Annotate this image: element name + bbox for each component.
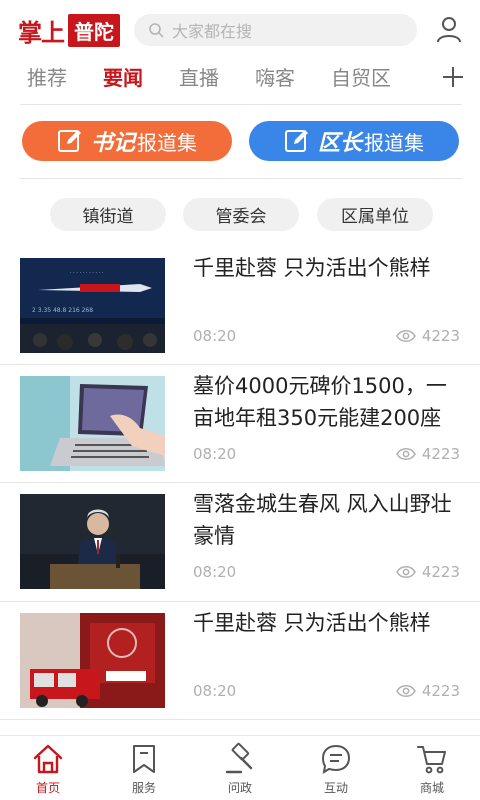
chat-icon [321, 744, 351, 774]
edit-icon [57, 130, 81, 152]
news-item[interactable]: 雪落金城生春风 风入山野壮豪情 08:20 4223 [0, 484, 480, 602]
news-title: 墓价4000元碑价1500，一亩地年租350元能建200座 [193, 374, 447, 430]
logo-text-part2: 普陀 [68, 13, 120, 47]
view-count: 4223 [421, 563, 460, 581]
news-item[interactable]: 千里赴蓉 只为活出个熊样 08:20 4223 [0, 603, 480, 721]
view-count: 4223 [421, 327, 460, 345]
nav-label: 互动 [323, 781, 348, 795]
report-title-bold: 区长 [317, 130, 362, 156]
tab-live[interactable]: 直播 [179, 62, 219, 91]
news-item[interactable]: 墓价4000元碑价1500，一亩地年租350元能建200座 08:20 4223 [0, 366, 480, 484]
news-title: 雪落金城生春风 风入山野壮豪情 [193, 492, 452, 548]
cart-icon [417, 746, 446, 774]
eye-icon [395, 448, 416, 460]
eye-icon [395, 330, 416, 342]
nav-label: 首页 [35, 781, 60, 795]
nav-service[interactable]: 服务 [96, 742, 192, 800]
bookmark-icon [133, 745, 155, 773]
nav-label: 问政 [227, 781, 252, 795]
eye-icon [395, 566, 416, 578]
category-pill-district-units[interactable]: 区属单位 [317, 198, 433, 231]
divider [20, 178, 462, 179]
search-bar[interactable]: 大家都在搜 [134, 14, 417, 46]
news-thumbnail [20, 494, 165, 589]
nav-label: 商城 [419, 781, 444, 795]
divider [0, 482, 480, 483]
bottom-nav: 首页 服务 问政 互动 商城 [0, 735, 480, 800]
view-count: 4223 [421, 445, 460, 463]
user-icon[interactable] [434, 14, 464, 44]
svg-text:· · · · · · · · · · ·: · · · · · · · · · · · [70, 270, 104, 276]
category-pill-committee[interactable]: 管委会 [183, 198, 299, 231]
district-head-report-button[interactable]: 区长 报道集 [249, 121, 459, 161]
secretary-report-button[interactable]: 书记 报道集 [22, 121, 232, 161]
tab-hike[interactable]: 嗨客 [255, 62, 295, 91]
nav-home[interactable]: 首页 [0, 742, 96, 800]
report-title-rest: 报道集 [137, 130, 197, 155]
news-title: 千里赴蓉 只为活出个熊样 [193, 256, 431, 280]
news-views: 4223 [395, 563, 460, 581]
nav-interact[interactable]: 互动 [288, 742, 384, 800]
nav-label: 服务 [131, 781, 156, 795]
app-logo[interactable]: 掌上 普陀 [18, 13, 120, 47]
news-time: 08:20 [193, 682, 237, 700]
nav-mall[interactable]: 商城 [384, 742, 480, 800]
news-thumbnail [20, 376, 165, 471]
svg-text:2 3.35 48.8 216 268: 2 3.35 48.8 216 268 [32, 307, 93, 314]
gavel-icon [225, 742, 253, 774]
news-views: 4223 [395, 682, 460, 700]
news-item[interactable]: · · · · · · · · · · · 2 3.35 48.8 216 26… [0, 248, 480, 366]
divider [0, 719, 480, 720]
channel-tabs: 推荐 要闻 直播 嗨客 自贸区 专题 [0, 60, 480, 104]
divider [0, 364, 480, 365]
search-placeholder: 大家都在搜 [172, 22, 253, 41]
news-thumbnail: · · · · · · · · · · · 2 3.35 48.8 216 26… [20, 258, 165, 353]
search-icon [149, 23, 164, 38]
news-views: 4223 [395, 327, 460, 345]
news-time: 08:20 [193, 445, 237, 463]
nav-inquiry[interactable]: 问政 [192, 742, 288, 800]
category-pill-towns[interactable]: 镇街道 [50, 198, 166, 231]
edit-icon [284, 130, 308, 152]
tab-headlines[interactable]: 要闻 [103, 62, 143, 91]
view-count: 4223 [421, 682, 460, 700]
news-views: 4223 [395, 445, 460, 463]
news-thumbnail [20, 613, 165, 708]
report-title-bold: 书记 [90, 130, 135, 156]
news-title: 千里赴蓉 只为活出个熊样 [193, 611, 431, 635]
eye-icon [395, 685, 416, 697]
tab-free-trade[interactable]: 自贸区 [331, 62, 391, 91]
news-time: 08:20 [193, 327, 237, 345]
divider [0, 601, 480, 602]
app-header: 掌上 普陀 大家都在搜 [0, 0, 480, 60]
divider [20, 104, 462, 105]
news-time: 08:20 [193, 563, 237, 581]
home-icon [33, 744, 63, 774]
tab-recommend[interactable]: 推荐 [27, 62, 67, 91]
add-channel-icon[interactable] [436, 60, 470, 94]
logo-text-part1: 掌上 [18, 17, 65, 47]
report-title-rest: 报道集 [364, 130, 424, 155]
